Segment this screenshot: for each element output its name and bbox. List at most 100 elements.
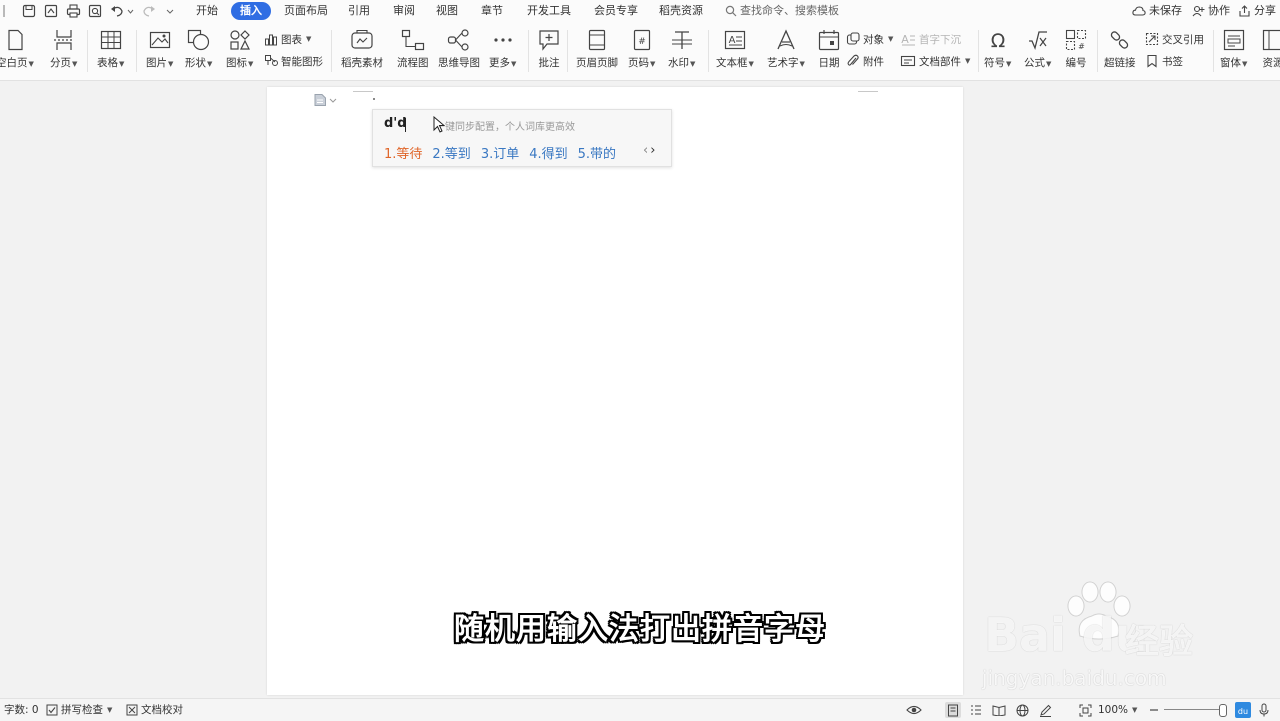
- fit-page-icon[interactable]: [1077, 702, 1093, 718]
- picture-button[interactable]: 图片▼: [146, 28, 173, 74]
- blank-page-label: 空白页: [0, 57, 28, 69]
- ime-candidate[interactable]: 4.得到: [529, 143, 567, 162]
- share-button[interactable]: 分享: [1238, 3, 1276, 19]
- proofread-button[interactable]: 文档校对: [126, 703, 183, 717]
- tab-developer[interactable]: 开发工具: [527, 3, 571, 19]
- chart-button[interactable]: 图表▼: [264, 30, 311, 48]
- command-search[interactable]: 查找命令、搜索模板: [725, 3, 839, 19]
- symbol-button[interactable]: Ω 符号▼: [984, 28, 1011, 74]
- page-view-icon[interactable]: [945, 702, 961, 718]
- resources-icon: [1260, 28, 1280, 52]
- cloud-icon: [1132, 5, 1146, 17]
- svg-text:A: A: [729, 35, 736, 46]
- eye-protection-icon[interactable]: [906, 702, 922, 718]
- resources-button[interactable]: 资源: [1260, 28, 1280, 74]
- cross-reference-button[interactable]: 交叉引用: [1145, 30, 1204, 48]
- baidu-input-icon[interactable]: du: [1235, 702, 1251, 718]
- table-label: 表格: [97, 57, 118, 69]
- tab-docer-resources[interactable]: 稻壳资源: [659, 3, 703, 19]
- ime-candidate[interactable]: 1.等待: [384, 143, 422, 162]
- zoom-slider-handle[interactable]: [1219, 704, 1227, 717]
- print-icon[interactable]: [64, 2, 82, 20]
- tab-view[interactable]: 视图: [436, 3, 458, 19]
- menu-icon[interactable]: [0, 2, 8, 20]
- tab-review[interactable]: 审阅: [393, 3, 415, 19]
- save-icon[interactable]: [20, 2, 38, 20]
- header-footer-button[interactable]: 页眉页脚: [576, 28, 618, 74]
- word-art-button[interactable]: 艺术字▼: [767, 28, 805, 74]
- collaborate-button[interactable]: 协作: [1192, 3, 1230, 19]
- tab-references[interactable]: 引用: [348, 3, 370, 19]
- page-number-label: 页码: [628, 57, 649, 69]
- text-box-button[interactable]: A 文本框▼: [716, 28, 754, 74]
- table-button[interactable]: 表格▼: [97, 28, 124, 74]
- ime-candidate[interactable]: 3.订单: [481, 143, 519, 162]
- zoom-slider-track[interactable]: [1164, 709, 1226, 710]
- tab-home[interactable]: 开始: [196, 3, 218, 19]
- doc-parts-button[interactable]: 文档部件▼: [900, 52, 970, 70]
- insert-ribbon: 空白页▼ 分页▼ 表格▼ 图片▼ 形状▼ 图标▼ 图表▼ 智能图形 稻壳素材 流…: [0, 22, 1280, 81]
- watermark-button[interactable]: 水印▼: [668, 28, 695, 74]
- watermark-icon: [669, 28, 695, 52]
- icon-library-button[interactable]: 图标▼: [226, 28, 253, 74]
- form-window-button[interactable]: 窗体▼: [1220, 28, 1247, 74]
- numbering-button[interactable]: # 编号: [1063, 28, 1089, 74]
- ime-composition-text: d'd: [384, 116, 407, 131]
- smart-art-button[interactable]: 智能图形: [264, 52, 323, 70]
- bookmark-button[interactable]: 书签: [1145, 52, 1183, 70]
- ime-candidate[interactable]: 5.带的: [578, 143, 616, 162]
- tab-member[interactable]: 会员专享: [594, 3, 638, 19]
- calendar-icon: [816, 28, 842, 52]
- write-mode-icon[interactable]: [1037, 702, 1053, 718]
- docer-material-label: 稻壳素材: [341, 57, 383, 69]
- ribbon-separator: [708, 30, 709, 72]
- word-art-label: 艺术字: [767, 57, 799, 69]
- object-button[interactable]: 对象▼: [846, 30, 893, 48]
- more-button[interactable]: 更多▼: [489, 28, 516, 74]
- page-number-button[interactable]: # 页码▼: [628, 28, 655, 74]
- blank-page-button[interactable]: 空白页▼: [0, 28, 34, 74]
- svg-text:Ω: Ω: [990, 30, 1005, 51]
- paragraph-handle[interactable]: [313, 93, 337, 107]
- ribbon-separator: [528, 30, 529, 72]
- outline-view-icon[interactable]: [968, 702, 984, 718]
- redo-icon[interactable]: [138, 2, 166, 20]
- attachment-button[interactable]: 附件: [846, 52, 884, 70]
- date-button[interactable]: 日期: [816, 28, 842, 74]
- ime-candidate-list: 1.等待 2.等到 3.订单 4.得到 5.带的: [384, 143, 616, 162]
- tab-insert[interactable]: 插入: [231, 2, 271, 20]
- search-icon: [725, 5, 737, 17]
- zoom-level-dropdown[interactable]: 100%▼: [1098, 703, 1137, 717]
- docer-material-button[interactable]: 稻壳素材: [341, 28, 383, 74]
- text-cursor: [405, 118, 406, 132]
- mind-map-button[interactable]: 思维导图: [438, 28, 480, 74]
- print-preview-icon[interactable]: [86, 2, 104, 20]
- spell-check-button[interactable]: 拼写检查▼: [46, 703, 112, 717]
- chart-icon: [264, 32, 278, 46]
- tab-page-layout[interactable]: 页面布局: [284, 3, 328, 19]
- drop-cap-button[interactable]: A 首字下沉: [900, 30, 961, 48]
- hyperlink-button[interactable]: 超链接: [1104, 28, 1136, 74]
- ime-candidate[interactable]: 2.等到: [432, 143, 470, 162]
- page-break-button[interactable]: 分页▼: [50, 28, 77, 74]
- microphone-icon[interactable]: [1256, 702, 1272, 718]
- ribbon-separator: [567, 30, 568, 72]
- reading-mode-icon[interactable]: [991, 702, 1007, 718]
- export-pdf-icon[interactable]: [42, 2, 60, 20]
- mind-map-label: 思维导图: [438, 57, 480, 69]
- web-layout-icon[interactable]: [1014, 702, 1030, 718]
- comment-button[interactable]: 批注: [536, 28, 562, 74]
- zoom-out-icon[interactable]: [1146, 702, 1162, 718]
- shape-button[interactable]: 形状▼: [185, 28, 212, 74]
- word-art-icon: [773, 28, 799, 52]
- word-count[interactable]: 字数: 0: [4, 703, 39, 717]
- unsaved-label: 未保存: [1149, 3, 1182, 19]
- chevron-right-icon[interactable]: ›: [650, 143, 657, 158]
- formula-button[interactable]: 公式▼: [1024, 28, 1051, 74]
- tab-chapter[interactable]: 章节: [481, 3, 503, 19]
- save-status-button[interactable]: 未保存: [1132, 3, 1182, 19]
- flowchart-button[interactable]: 流程图: [397, 28, 429, 74]
- ime-hint-text[interactable]: 一键同步配置，个人词库更高效: [435, 118, 575, 133]
- undo-icon[interactable]: [108, 2, 136, 20]
- customize-toolbar-icon[interactable]: [164, 2, 176, 20]
